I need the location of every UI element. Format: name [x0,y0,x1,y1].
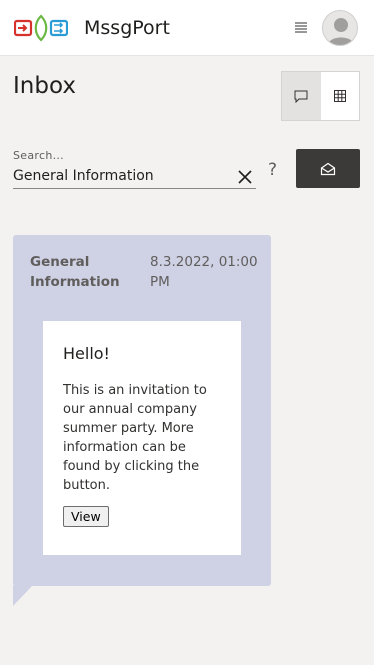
message-greeting: Hello! [63,344,110,363]
grid-icon [333,90,346,102]
user-avatar-icon [328,18,354,45]
open-envelope-icon [320,162,336,175]
page-title: Inbox [13,73,76,99]
grid-view-button[interactable] [321,72,360,120]
chat-bubble-icon [294,90,308,103]
message-content: Hello! This is an invitation to our annu… [43,321,241,555]
view-button[interactable]: View [63,506,109,527]
search-input[interactable] [13,165,256,189]
app-header: MssgPort [0,0,374,56]
message-body: This is an invitation to our annual comp… [63,383,207,493]
chat-view-button[interactable] [282,72,321,120]
open-message-button[interactable] [296,149,360,188]
message-timestamp: 8.3.2022, 01:00 PM [150,254,258,290]
message-sender: General Information [30,254,120,290]
search-label: Search... [13,149,64,162]
close-icon[interactable] [237,169,253,185]
help-icon[interactable]: ? [268,160,277,180]
logo-icon [14,14,68,42]
app-title: MssgPort [84,17,170,39]
avatar[interactable] [322,10,358,46]
hamburger-icon[interactable] [294,20,308,34]
message-bubble: General Information 8.3.2022, 01:00 PM H… [13,235,271,586]
bubble-tail [13,585,33,606]
view-toggle [281,71,360,121]
